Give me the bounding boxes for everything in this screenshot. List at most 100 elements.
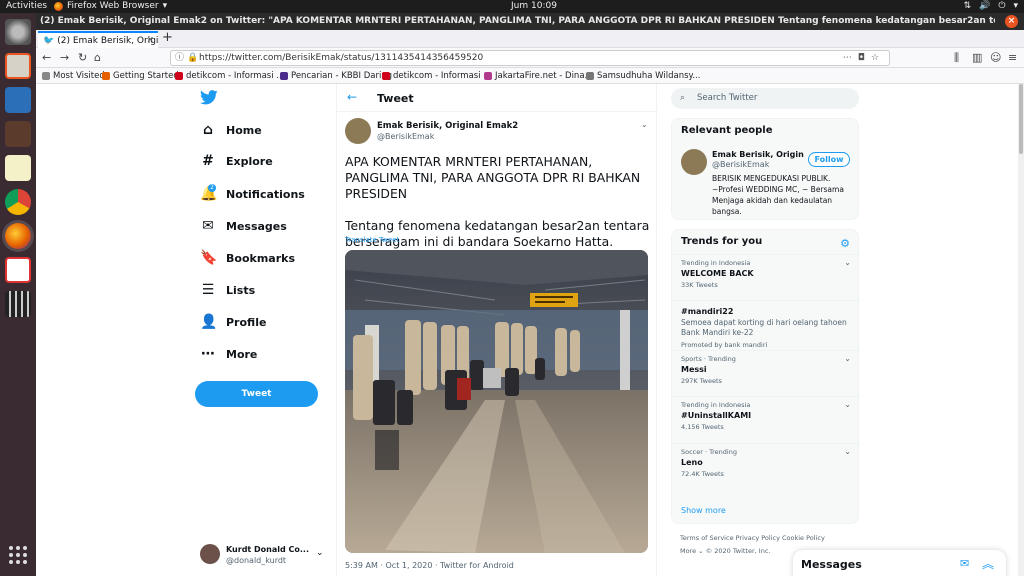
- account-icon[interactable]: ☺: [990, 51, 1001, 64]
- activities-button[interactable]: Activities: [6, 1, 47, 11]
- trend-item[interactable]: Trending in Indonesia WELCOME BACK 33K Twe…: [672, 254, 860, 293]
- bookmark-item[interactable]: Most Visited: [42, 71, 105, 81]
- notifications-badge: 2: [208, 184, 216, 192]
- nav-item-label: Notifications: [226, 187, 305, 201]
- nav-item-lists[interactable]: ☰ Lists: [200, 278, 255, 302]
- page-actions[interactable]: ⋯◘☆: [843, 51, 885, 65]
- back-arrow-icon[interactable]: ←: [347, 90, 357, 104]
- trend-item[interactable]: #mandiri22 Semoea dapat korting di hari o…: [672, 300, 860, 353]
- trend-options-icon[interactable]: ⌄: [844, 258, 851, 267]
- author-avatar[interactable]: [345, 118, 371, 144]
- home-button[interactable]: ⌂: [94, 51, 101, 64]
- navigation-bar: ← → ↻ ⌂ ⓘ 🔒 https://twitter.com/BerisikE…: [36, 48, 1024, 68]
- trend-item[interactable]: Sports · Trending Messi 297K Tweets ⌄: [672, 350, 860, 389]
- footer-links[interactable]: Terms of Service Privacy Policy Cookie P…: [680, 534, 825, 542]
- lock-icon[interactable]: 🔒: [187, 51, 198, 65]
- follow-button[interactable]: Follow: [808, 152, 850, 167]
- terminal-icon[interactable]: [5, 121, 31, 147]
- os-top-bar: Activities Firefox Web Browser ▾ Jum 10:…: [0, 0, 1024, 13]
- app-icon[interactable]: [5, 257, 31, 283]
- trend-options-icon[interactable]: ⌄: [844, 400, 851, 409]
- avatar[interactable]: [681, 149, 707, 175]
- bookmarks-toolbar: Most Visited Getting Started detikcom - In…: [36, 68, 1024, 84]
- bookmark-item[interactable]: Pencarian - KBBI Daring: [280, 71, 392, 81]
- notes-icon[interactable]: [5, 155, 31, 181]
- relevant-person-name[interactable]: Emak Berisik, Origina...: [712, 150, 804, 159]
- chrome-icon[interactable]: [5, 189, 31, 215]
- writer-icon[interactable]: [5, 87, 31, 113]
- search-icon: ⌕: [680, 93, 686, 103]
- reload-button[interactable]: ↻: [78, 51, 87, 64]
- trend-item[interactable]: Soccer · Trending Leno 72.4K Tweets ⌄: [672, 443, 860, 482]
- nav-item-label: Profile: [226, 315, 267, 329]
- nav-item-bookmarks[interactable]: 🔖 Bookmarks: [200, 246, 295, 270]
- relevant-people-card: Relevant people Emak Berisik, Origina...…: [671, 118, 859, 220]
- search-input[interactable]: ⌕ Search Twitter: [671, 88, 859, 109]
- info-icon[interactable]: ⓘ: [175, 51, 184, 65]
- star-icon: ☆: [870, 53, 885, 63]
- tweet-timestamp[interactable]: 5:39 AM · Oct 1, 2020 · Twitter for Andr…: [345, 561, 514, 570]
- trend-count: Promoted by bank mandiri: [681, 341, 768, 349]
- nav-item-home[interactable]: ⌂ Home: [200, 118, 262, 142]
- bookmark-item[interactable]: detikcom - Informasi ...: [382, 71, 491, 81]
- nav-item-explore[interactable]: # Explore: [200, 149, 273, 173]
- files-icon[interactable]: [5, 53, 31, 79]
- author-name[interactable]: Emak Berisik, Original Emak2: [377, 121, 518, 131]
- close-window-button[interactable]: ×: [1005, 15, 1018, 28]
- author-handle[interactable]: @BerisikEmak: [377, 132, 434, 141]
- url-bar[interactable]: ⓘ 🔒 https://twitter.com/BerisikEmak/stat…: [170, 50, 890, 66]
- favicon-icon: [382, 72, 390, 80]
- show-more-link[interactable]: Show more: [681, 506, 726, 515]
- app-menu[interactable]: Firefox Web Browser ▾: [54, 1, 167, 11]
- tweet-button[interactable]: Tweet: [195, 381, 318, 407]
- close-tab-icon[interactable]: ×: [146, 35, 154, 45]
- bookmark-item[interactable]: Getting Started: [102, 71, 179, 81]
- bookmark-item[interactable]: detikcom - Informasi ...: [175, 71, 284, 81]
- menu-icon[interactable]: ≡: [1008, 51, 1017, 64]
- trend-context: Trending in Indonesia: [681, 259, 751, 267]
- video-editor-icon[interactable]: [5, 291, 31, 317]
- more-icon: ⋯: [201, 346, 215, 362]
- sidebar-icon[interactable]: ▥: [972, 51, 982, 64]
- expand-icon[interactable]: ︽: [982, 555, 994, 572]
- translate-tweet-link[interactable]: Translate Tweet: [345, 236, 399, 244]
- trend-options-icon[interactable]: ⌄: [844, 354, 851, 363]
- favicon-icon: [586, 72, 594, 80]
- nav-item-messages[interactable]: ✉ Messages: [200, 214, 287, 238]
- library-icon[interactable]: ⫼: [954, 51, 959, 65]
- trend-item[interactable]: Trending in Indonesia #UninstallKAMI 4,156…: [672, 396, 860, 435]
- main-column: ← Tweet Emak Berisik, Original Emak2 @Be…: [336, 84, 658, 576]
- favicon-icon: [102, 72, 110, 80]
- footer-copyright[interactable]: More ⌄ © 2020 Twitter, Inc.: [680, 547, 770, 555]
- tweet-photo[interactable]: [345, 250, 648, 553]
- scrollbar-thumb[interactable]: [1019, 84, 1023, 154]
- gear-icon[interactable]: ⚙: [840, 237, 850, 250]
- url-text[interactable]: https://twitter.com/BerisikEmak/status/1…: [199, 53, 483, 63]
- nav-item-more[interactable]: ⋯ More: [200, 342, 257, 366]
- twitter-logo-icon[interactable]: [200, 90, 218, 105]
- back-button[interactable]: ←: [42, 51, 51, 64]
- account-switcher[interactable]: Kurdt Donald Co... @donald_kurdt ⌄: [200, 544, 330, 568]
- show-apps-icon[interactable]: [9, 546, 27, 564]
- nav-item-profile[interactable]: 👤 Profile: [200, 310, 266, 334]
- clock[interactable]: Jum 10:09: [511, 1, 557, 11]
- nav-item-label: Lists: [226, 283, 256, 297]
- bookmark-item[interactable]: JakartaFire.net - Dina...: [484, 71, 593, 81]
- system-settings-icon[interactable]: [5, 19, 31, 45]
- new-tab-button[interactable]: +: [162, 30, 173, 45]
- relevant-person-handle[interactable]: @BerisikEmak: [712, 160, 769, 169]
- tab-twitter[interactable]: 🐦 (2) Emak Berisik, Origina ×: [38, 31, 158, 48]
- bookmark-item[interactable]: Samsudhuha Wildansy...: [586, 71, 700, 81]
- tweet-options-icon[interactable]: ⌄: [641, 120, 648, 129]
- forward-button[interactable]: →: [60, 51, 69, 64]
- page-scrollbar[interactable]: [1018, 84, 1024, 576]
- messages-drawer[interactable]: Messages ✉ ︽: [793, 550, 1006, 576]
- firefox-icon[interactable]: [5, 223, 31, 249]
- system-tray[interactable]: ⇅ 🔊 ⏻ ▾: [964, 1, 1018, 11]
- tab-bar: 🐦 (2) Emak Berisik, Origina × +: [36, 30, 1024, 48]
- new-message-icon[interactable]: ✉: [960, 557, 969, 570]
- twitter-page: ⌂ Home # Explore 🔔 Notifications ✉ Messages 🔖 Boo…: [36, 84, 1018, 576]
- more-icon: ⋯: [842, 53, 858, 63]
- bookmark-label: detikcom - Informasi ...: [186, 71, 285, 81]
- trend-options-icon[interactable]: ⌄: [844, 447, 851, 456]
